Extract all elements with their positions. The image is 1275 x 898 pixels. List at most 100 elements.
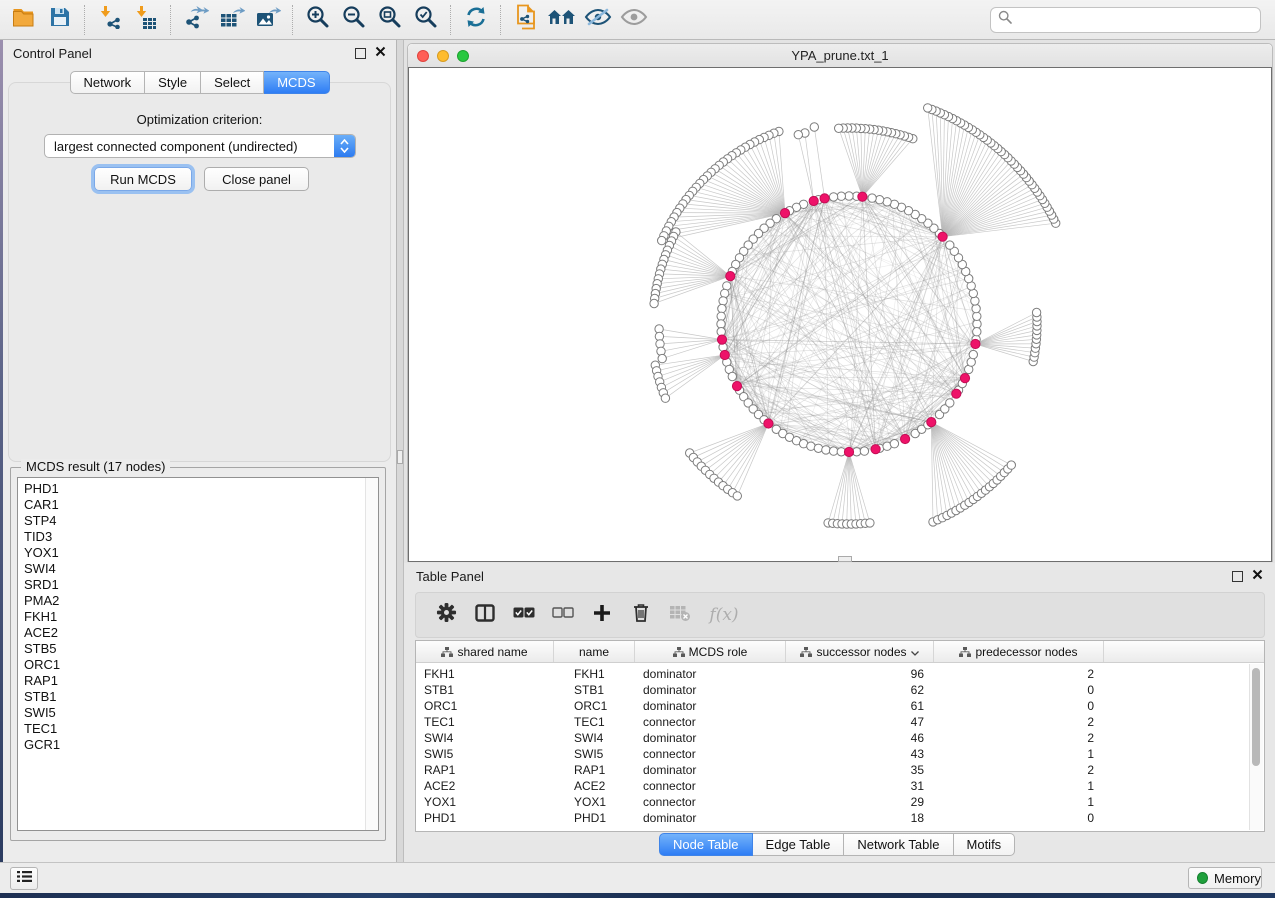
import-network-button[interactable] (92, 4, 128, 36)
table-cell: connector (635, 779, 786, 793)
mcds-result-item[interactable]: FKH1 (18, 609, 378, 625)
eye-icon (620, 7, 648, 32)
tab-network[interactable]: Network (69, 71, 145, 94)
memory-button[interactable]: Memory (1188, 867, 1262, 889)
table-row[interactable]: RAP1RAP1dominator352 (416, 762, 1264, 778)
column-header-filler (1104, 641, 1264, 662)
float-panel-icon[interactable] (1232, 571, 1243, 582)
vertical-splitter[interactable] (397, 40, 404, 862)
mcds-result-item[interactable]: STB5 (18, 641, 378, 657)
tab-node-table[interactable]: Node Table (659, 833, 753, 856)
mcds-result-item[interactable]: RAP1 (18, 673, 378, 689)
table-cell: dominator (635, 699, 786, 713)
tab-select[interactable]: Select (201, 71, 264, 94)
mcds-result-item[interactable]: ORC1 (18, 657, 378, 673)
table-cell: SWI4 (554, 731, 635, 745)
add-column-button[interactable] (590, 603, 614, 627)
delete-column-button[interactable] (629, 603, 653, 627)
mcds-result-item[interactable]: PMA2 (18, 593, 378, 609)
mcds-result-item[interactable]: SWI5 (18, 705, 378, 721)
toolbar-separator (500, 5, 502, 35)
search-box (990, 7, 1261, 33)
optimization-criterion-dropdown[interactable]: largest connected component (undirected) (44, 134, 356, 158)
table-cell: 46 (786, 731, 934, 745)
show-hidden-button[interactable] (616, 4, 652, 36)
export-table-button[interactable] (214, 4, 250, 36)
table-row[interactable]: YOX1YOX1connector291 (416, 794, 1264, 810)
memory-label: Memory (1214, 871, 1261, 886)
mcds-result-item[interactable]: SRD1 (18, 577, 378, 593)
mcds-result-item[interactable]: STP4 (18, 513, 378, 529)
table-cell: 0 (934, 683, 1104, 697)
column-label: name (579, 645, 609, 659)
tab-network-table[interactable]: Network Table (844, 833, 953, 856)
table-scrollbar-thumb[interactable] (1252, 668, 1260, 766)
function-builder-button-disabled: f(x) (707, 603, 741, 627)
tab-mcds[interactable]: MCDS (264, 71, 329, 94)
list-scrollbar-track[interactable] (365, 478, 378, 830)
tab-edge-table[interactable]: Edge Table (753, 833, 845, 856)
table-row[interactable]: STB1STB1dominator620 (416, 682, 1264, 698)
network-overview-button[interactable] (544, 4, 580, 36)
splitter-handle[interactable] (397, 450, 403, 464)
table-scrollbar[interactable] (1249, 664, 1263, 830)
select-all-button[interactable] (512, 603, 536, 627)
network-graph[interactable] (408, 68, 1272, 562)
search-input[interactable] (1012, 10, 1260, 30)
save-session-button[interactable] (42, 4, 78, 36)
table-row[interactable]: SWI4SWI4dominator462 (416, 730, 1264, 746)
table-row[interactable]: ACE2ACE2connector311 (416, 778, 1264, 794)
export-network-button[interactable] (178, 4, 214, 36)
column-header-name[interactable]: name (554, 641, 635, 662)
mcds-result-item[interactable]: ACE2 (18, 625, 378, 641)
refresh-button[interactable] (458, 4, 494, 36)
table-row[interactable]: SWI5SWI5connector431 (416, 746, 1264, 762)
mcds-result-item[interactable]: TEC1 (18, 721, 378, 737)
mcds-result-item[interactable]: PHD1 (18, 481, 378, 497)
float-panel-icon[interactable] (355, 48, 366, 59)
table-row[interactable]: TEC1TEC1connector472 (416, 714, 1264, 730)
mcds-result-item[interactable]: GCR1 (18, 737, 378, 753)
column-label: predecessor nodes (975, 645, 1077, 659)
zoom-in-button[interactable] (300, 4, 336, 36)
zoom-out-button[interactable] (336, 4, 372, 36)
table-cell: 1 (934, 795, 1104, 809)
open-session-button[interactable] (6, 4, 42, 36)
table-row[interactable]: FKH1FKH1dominator962 (416, 666, 1264, 682)
column-header-successor-nodes[interactable]: successor nodes (786, 641, 934, 662)
hide-selected-button[interactable] (580, 4, 616, 36)
split-view-button[interactable] (473, 603, 497, 627)
table-cell: STB1 (554, 683, 635, 697)
horizontal-splitter-handle[interactable] (838, 556, 852, 562)
import-table-button[interactable] (128, 4, 164, 36)
split-columns-icon (475, 604, 495, 627)
export-image-button[interactable] (250, 4, 286, 36)
mcds-result-item[interactable]: SWI4 (18, 561, 378, 577)
table-cell: FKH1 (554, 667, 635, 681)
task-history-button[interactable] (10, 867, 38, 890)
close-panel-icon[interactable] (1252, 567, 1263, 585)
mcds-result-item[interactable]: STB1 (18, 689, 378, 705)
tab-style[interactable]: Style (145, 71, 201, 94)
duplicate-network-button[interactable] (508, 4, 544, 36)
zoom-fit-button[interactable] (372, 4, 408, 36)
column-header-mcds-role[interactable]: MCDS role (635, 641, 786, 662)
run-mcds-button[interactable]: Run MCDS (94, 167, 192, 191)
zoom-selected-button[interactable] (408, 4, 444, 36)
mcds-result-item[interactable]: TID3 (18, 529, 378, 545)
table-settings-button[interactable] (434, 603, 458, 627)
mcds-result-item[interactable]: CAR1 (18, 497, 378, 513)
network-view-canvas[interactable] (408, 67, 1272, 562)
deselect-all-button[interactable] (551, 603, 575, 627)
table-row[interactable]: ORC1ORC1dominator610 (416, 698, 1264, 714)
table-row[interactable]: PHD1PHD1dominator180 (416, 810, 1264, 826)
mcds-result-list[interactable]: PHD1CAR1STP4TID3YOX1SWI4SRD1PMA2FKH1ACE2… (17, 477, 379, 831)
mcds-result-item[interactable]: YOX1 (18, 545, 378, 561)
table-cell: 62 (786, 683, 934, 697)
column-header-shared-name[interactable]: shared name (416, 641, 554, 662)
network-window-titlebar[interactable]: YPA_prune.txt_1 (408, 44, 1272, 68)
column-header-predecessor-nodes[interactable]: predecessor nodes (934, 641, 1104, 662)
close-panel-button[interactable]: Close panel (204, 167, 309, 191)
close-panel-icon[interactable] (375, 44, 386, 62)
tab-motifs[interactable]: Motifs (954, 833, 1016, 856)
